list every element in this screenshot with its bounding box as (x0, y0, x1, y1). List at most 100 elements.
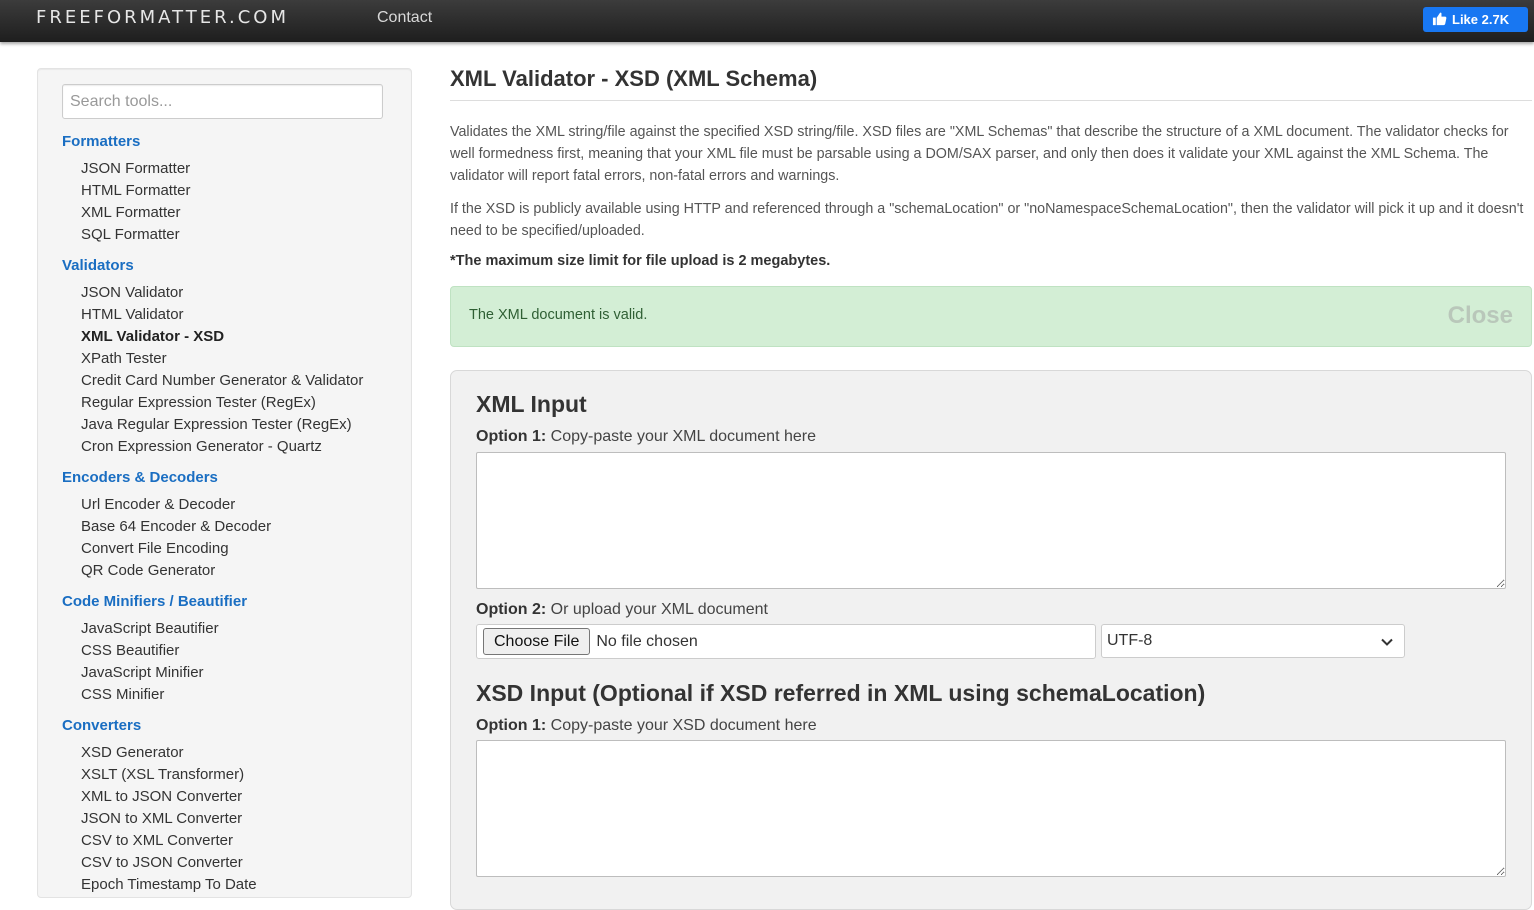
list-item: QR Code Generator (62, 560, 363, 582)
xml-file-upload: Choose File No file chosen (476, 624, 1096, 659)
list-item: CSV to JSON Converter (62, 852, 363, 874)
sidebar-item-html-formatter[interactable]: HTML Formatter (62, 180, 190, 202)
list-item: Epoch Timestamp To Date (62, 874, 363, 896)
encoding-selected-value: UTF-8 (1107, 632, 1153, 649)
sidebar-category-list: XSD Generator XSLT (XSL Transformer) XML t… (62, 742, 363, 896)
xml-input-heading: XML Input (476, 391, 587, 417)
list-item: XSD Generator (62, 742, 363, 764)
sidebar-category-encoders-decoders[interactable]: Encoders & Decoders (62, 467, 363, 489)
xml-option1-text: Copy-paste your XML document here (550, 428, 816, 445)
sidebar-item-xslt-xsl-transformer[interactable]: XSLT (XSL Transformer) (62, 764, 244, 786)
sidebar-category-validators[interactable]: Validators (62, 255, 363, 277)
list-item: XML Validator - XSD (62, 326, 363, 348)
page-title: XML Validator - XSD (XML Schema) (450, 66, 818, 91)
schema-location-note: If the XSD is publicly available using H… (450, 201, 1524, 239)
xml-option2-prefix: Option 2: (476, 601, 547, 618)
sidebar-item-xml-to-json-converter[interactable]: XML to JSON Converter (62, 786, 242, 808)
sidebar-item-javascript-minifier[interactable]: JavaScript Minifier (62, 662, 204, 684)
list-item: CSS Minifier (62, 684, 363, 706)
list-item: Convert File Encoding (62, 538, 363, 560)
xsd-option1-label: Option 1: Copy-paste your XSD document h… (476, 717, 817, 735)
list-item: XML to JSON Converter (62, 786, 363, 808)
list-item: HTML Validator (62, 304, 363, 326)
alert-close-button[interactable]: Close (1448, 302, 1513, 330)
sidebar-category-formatters[interactable]: Formatters (62, 131, 363, 153)
file-status-text: No file chosen (596, 632, 698, 650)
sidebar-item-css-minifier[interactable]: CSS Minifier (62, 684, 164, 706)
sidebar-item-xml-validator-xsd[interactable]: XML Validator - XSD (62, 326, 224, 348)
list-item: CSS Beautifier (62, 640, 363, 662)
nav-contact-link[interactable]: Contact (377, 9, 432, 27)
sidebar-category-converters[interactable]: Converters (62, 715, 363, 737)
sidebar-item-html-validator[interactable]: HTML Validator (62, 304, 184, 326)
sidebar-category-list: JSON Formatter HTML Formatter XML Formatte… (62, 158, 363, 246)
sidebar-item-json-validator[interactable]: JSON Validator (62, 282, 183, 304)
list-item: JavaScript Minifier (62, 662, 363, 684)
list-item: JSON Formatter (62, 158, 363, 180)
list-item: Cron Expression Generator - Quartz (62, 436, 363, 458)
tool-navigation: Formatters JSON Formatter HTML Formatter XM… (62, 131, 363, 896)
top-navbar: FREEFORMATTER.COM Contact Like 2.7K (0, 0, 1534, 42)
thumbs-up-icon (1432, 11, 1447, 29)
facebook-like-button[interactable]: Like 2.7K (1423, 7, 1528, 32)
xml-textarea-wrap (451, 452, 1531, 589)
list-item: Url Encoder & Decoder (62, 494, 363, 516)
sidebar-item-javascript-beautifier[interactable]: JavaScript Beautifier (62, 618, 219, 640)
search-tools-input[interactable] (62, 84, 383, 119)
sidebar-item-java-regular-expression-tester-regex[interactable]: Java Regular Expression Tester (RegEx) (62, 414, 352, 436)
sidebar-item-csv-to-xml-converter[interactable]: CSV to XML Converter (62, 830, 233, 852)
input-panel: XML Input Option 1: Copy-paste your XML … (450, 370, 1532, 910)
sidebar-item-qr-code-generator[interactable]: QR Code Generator (62, 560, 215, 582)
site-logo-link[interactable]: FREEFORMATTER.COM (36, 7, 289, 28)
main-content: XML Validator - XSD (XML Schema) Validat… (450, 42, 1532, 910)
encoding-select[interactable]: UTF-8 (1101, 624, 1405, 658)
list-item: XML Formatter (62, 202, 363, 224)
xml-option2-text: Or upload your XML document (550, 601, 768, 618)
sidebar-item-xml-formatter[interactable]: XML Formatter (62, 202, 180, 224)
xsd-input-heading: XSD Input (Optional if XSD referred in X… (476, 680, 1206, 706)
like-count-label: Like 2.7K (1452, 12, 1510, 27)
sidebar-item-xsd-generator[interactable]: XSD Generator (62, 742, 184, 764)
sidebar-item-json-to-xml-converter[interactable]: JSON to XML Converter (62, 808, 242, 830)
list-item: XPath Tester (62, 348, 363, 370)
xml-input-textarea[interactable] (476, 452, 1506, 589)
sidebar-item-sql-formatter[interactable]: SQL Formatter (62, 224, 180, 246)
sidebar-item-css-beautifier[interactable]: CSS Beautifier (62, 640, 179, 662)
sidebar-item-epoch-timestamp-to-date[interactable]: Epoch Timestamp To Date (62, 874, 257, 896)
list-item: HTML Formatter (62, 180, 363, 202)
sidebar-item-json-formatter[interactable]: JSON Formatter (62, 158, 190, 180)
sidebar-category-list: Url Encoder & Decoder Base 64 Encoder & D… (62, 494, 363, 582)
xsd-option1-prefix: Option 1: (476, 717, 547, 734)
sidebar-item-xpath-tester[interactable]: XPath Tester (62, 348, 167, 370)
xml-option2-label: Option 2: Or upload your XML document (476, 601, 768, 619)
upload-size-limit: *The maximum size limit for file upload … (450, 253, 831, 269)
xml-option1-label: Option 1: Copy-paste your XML document h… (476, 428, 816, 446)
sidebar-item-convert-file-encoding[interactable]: Convert File Encoding (62, 538, 229, 560)
list-item: JavaScript Beautifier (62, 618, 363, 640)
xsd-option1-text: Copy-paste your XSD document here (550, 717, 817, 734)
sidebar: FormattersJSON FormatterHTML FormatterXM… (37, 68, 412, 898)
validation-success-alert: The XML document is valid. Close (450, 286, 1532, 347)
list-item: Credit Card Number Generator & Validator (62, 370, 363, 392)
sidebar-item-csv-to-json-converter[interactable]: CSV to JSON Converter (62, 852, 243, 874)
list-item: JSON to XML Converter (62, 808, 363, 830)
sidebar-category-list: JSON Validator HTML Validator XML Validato… (62, 282, 363, 458)
sidebar-item-credit-card-number-generator-validator[interactable]: Credit Card Number Generator & Validator (62, 370, 363, 392)
title-divider (450, 100, 1532, 101)
list-item: JSON Validator (62, 282, 363, 304)
choose-file-button[interactable]: Choose File (483, 628, 591, 655)
sidebar-item-regular-expression-tester-regex[interactable]: Regular Expression Tester (RegEx) (62, 392, 316, 414)
alert-message: The XML document is valid. (469, 307, 648, 323)
description-paragraph: Validates the XML string/file against th… (450, 124, 1509, 184)
sidebar-category-code-minifiers-beautifier[interactable]: Code Minifiers / Beautifier (62, 591, 363, 613)
list-item: XSLT (XSL Transformer) (62, 764, 363, 786)
xsd-input-textarea[interactable] (476, 740, 1506, 877)
sidebar-item-cron-expression-generator-quartz[interactable]: Cron Expression Generator - Quartz (62, 436, 322, 458)
sidebar-category-list: JavaScript Beautifier CSS Beautifier JavaS… (62, 618, 363, 706)
list-item: CSV to XML Converter (62, 830, 363, 852)
list-item: Base 64 Encoder & Decoder (62, 516, 363, 538)
list-item: Java Regular Expression Tester (RegEx) (62, 414, 363, 436)
sidebar-item-url-encoder-decoder[interactable]: Url Encoder & Decoder (62, 494, 235, 516)
sidebar-item-base-64-encoder-decoder[interactable]: Base 64 Encoder & Decoder (62, 516, 271, 538)
list-item: Regular Expression Tester (RegEx) (62, 392, 363, 414)
